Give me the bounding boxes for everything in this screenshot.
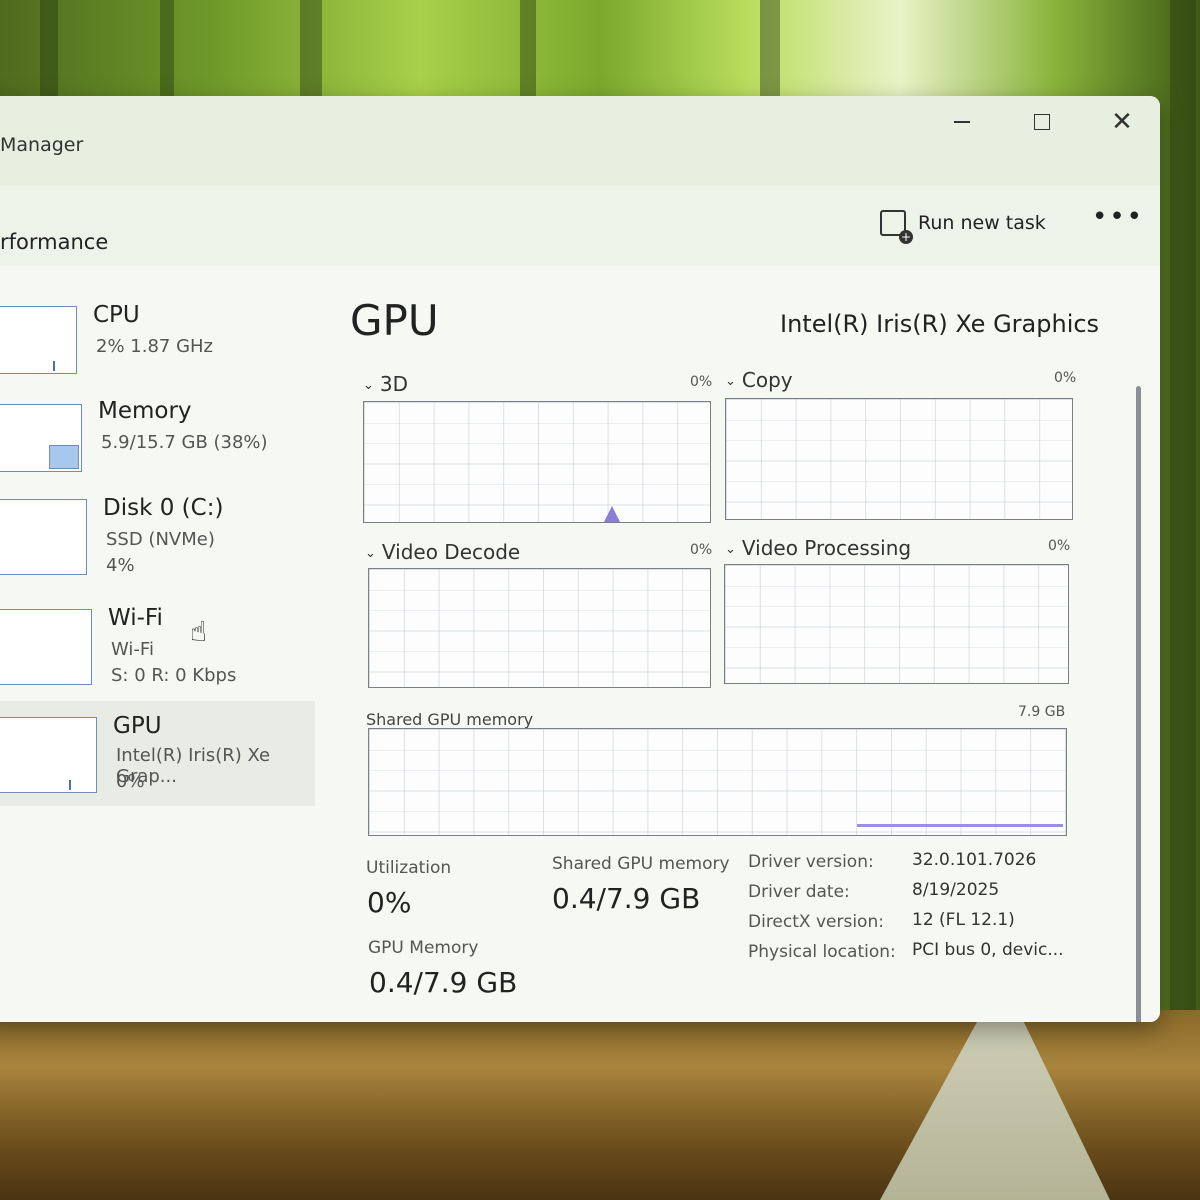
driver-date-value: 8/19/2025 <box>912 880 1000 900</box>
minimize-button[interactable] <box>942 102 982 142</box>
sidebar-item-label: Wi-Fi <box>108 605 163 631</box>
shared-memory-graph-max: 7.9 GB <box>1018 704 1066 720</box>
sidebar-item-detail: 0% <box>116 771 145 792</box>
driver-version-label: Driver version: <box>748 852 874 872</box>
sidebar-item-label: GPU <box>113 713 162 739</box>
directx-version-value: 12 (FL 12.1) <box>912 910 1015 930</box>
hand-pointer-icon: ☝ <box>190 615 208 648</box>
sidebar-item-label: Memory <box>98 398 192 424</box>
utilization-value: 0% <box>367 886 412 919</box>
sidebar-item-memory[interactable]: Memory 5.9/15.7 GB (38%) <box>0 394 315 494</box>
window-title: Manager <box>0 134 84 156</box>
chevron-down-icon: ⌄ <box>725 374 736 389</box>
maximize-button[interactable] <box>1022 102 1062 142</box>
graph-video-decode <box>368 568 711 688</box>
sidebar-item-label: CPU <box>93 302 140 328</box>
driver-date-label: Driver date: <box>748 882 850 902</box>
run-new-task-button[interactable]: Run new task <box>880 210 1046 244</box>
graph-percent-copy: 0% <box>1054 370 1077 386</box>
graph-selector-video-decode[interactable]: ⌄ Video Decode <box>365 540 520 564</box>
memory-thumbnail-graph <box>0 404 82 472</box>
sidebar-item-detail: 5.9/15.7 GB (38%) <box>101 432 268 453</box>
sidebar-item-detail: 4% <box>106 555 135 576</box>
gpu-model-name: Intel(R) Iris(R) Xe Graphics <box>780 310 1100 338</box>
run-task-icon <box>880 210 913 244</box>
graph-3d <box>363 401 711 523</box>
graph-percent-video-processing: 0% <box>1048 538 1071 554</box>
graph-video-processing <box>724 564 1069 684</box>
sidebar-item-detail: Intel(R) Iris(R) Xe Grap... <box>116 745 271 787</box>
shared-memory-value: 0.4/7.9 GB <box>552 882 701 915</box>
title-bar: Manager ✕ <box>0 96 1160 186</box>
chevron-down-icon: ⌄ <box>363 378 374 393</box>
sidebar-item-detail: SSD (NVMe) <box>106 529 215 550</box>
sidebar-item-detail: S: 0 R: 0 Kbps <box>111 665 237 686</box>
directx-version-label: DirectX version: <box>748 912 884 932</box>
task-manager-window: Manager ✕ rformance Run new task ••• CPU… <box>0 96 1160 1022</box>
page-header: rformance Run new task ••• <box>0 186 1160 266</box>
wifi-thumbnail-graph <box>0 609 92 685</box>
chevron-down-icon: ⌄ <box>365 546 376 561</box>
graph-selector-copy[interactable]: ⌄ Copy <box>725 368 793 392</box>
more-options-button[interactable]: ••• <box>1092 202 1144 232</box>
page-title: rformance <box>0 230 109 254</box>
gpu-heading: GPU <box>350 296 439 345</box>
run-new-task-label: Run new task <box>918 212 1046 234</box>
shared-memory-graph-label: Shared GPU memory <box>366 710 534 729</box>
sidebar-item-cpu[interactable]: CPU 2% 1.87 GHz <box>0 296 315 396</box>
sidebar-item-wifi[interactable]: Wi-Fi Wi-Fi S: 0 R: 0 Kbps <box>0 601 315 701</box>
gpu-thumbnail-graph <box>0 717 97 793</box>
sidebar-item-disk[interactable]: Disk 0 (C:) SSD (NVMe) 4% <box>0 491 315 591</box>
vertical-scrollbar[interactable] <box>1136 386 1141 1022</box>
driver-version-value: 32.0.101.7026 <box>912 850 1037 870</box>
graph-percent-3d: 0% <box>690 374 713 390</box>
graph-percent-video-decode: 0% <box>690 542 713 558</box>
utilization-label: Utilization <box>366 858 452 878</box>
chevron-down-icon: ⌄ <box>725 542 736 557</box>
physical-location-value: PCI bus 0, devic... <box>912 940 1064 960</box>
cpu-thumbnail-graph <box>0 306 77 374</box>
graph-copy <box>725 398 1073 520</box>
graph-selector-3d[interactable]: ⌄ 3D <box>363 372 408 396</box>
sidebar-item-gpu[interactable]: GPU Intel(R) Iris(R) Xe Grap... 0% <box>0 701 315 806</box>
disk-thumbnail-graph <box>0 499 87 575</box>
physical-location-label: Physical location: <box>748 942 896 962</box>
gpu-memory-label: GPU Memory <box>368 938 479 958</box>
gpu-memory-value: 0.4/7.9 GB <box>369 966 518 999</box>
graph-shared-gpu-memory <box>368 728 1067 836</box>
sidebar-item-label: Disk 0 (C:) <box>103 495 224 521</box>
sidebar-item-detail: 2% 1.87 GHz <box>96 336 214 357</box>
graph-selector-video-processing[interactable]: ⌄ Video Processing <box>725 536 911 560</box>
close-button[interactable]: ✕ <box>1102 102 1142 142</box>
performance-content: CPU 2% 1.87 GHz Memory 5.9/15.7 GB (38%)… <box>0 266 1160 1022</box>
shared-memory-label: Shared GPU memory <box>552 854 730 874</box>
sidebar-item-detail: Wi-Fi <box>111 639 154 660</box>
